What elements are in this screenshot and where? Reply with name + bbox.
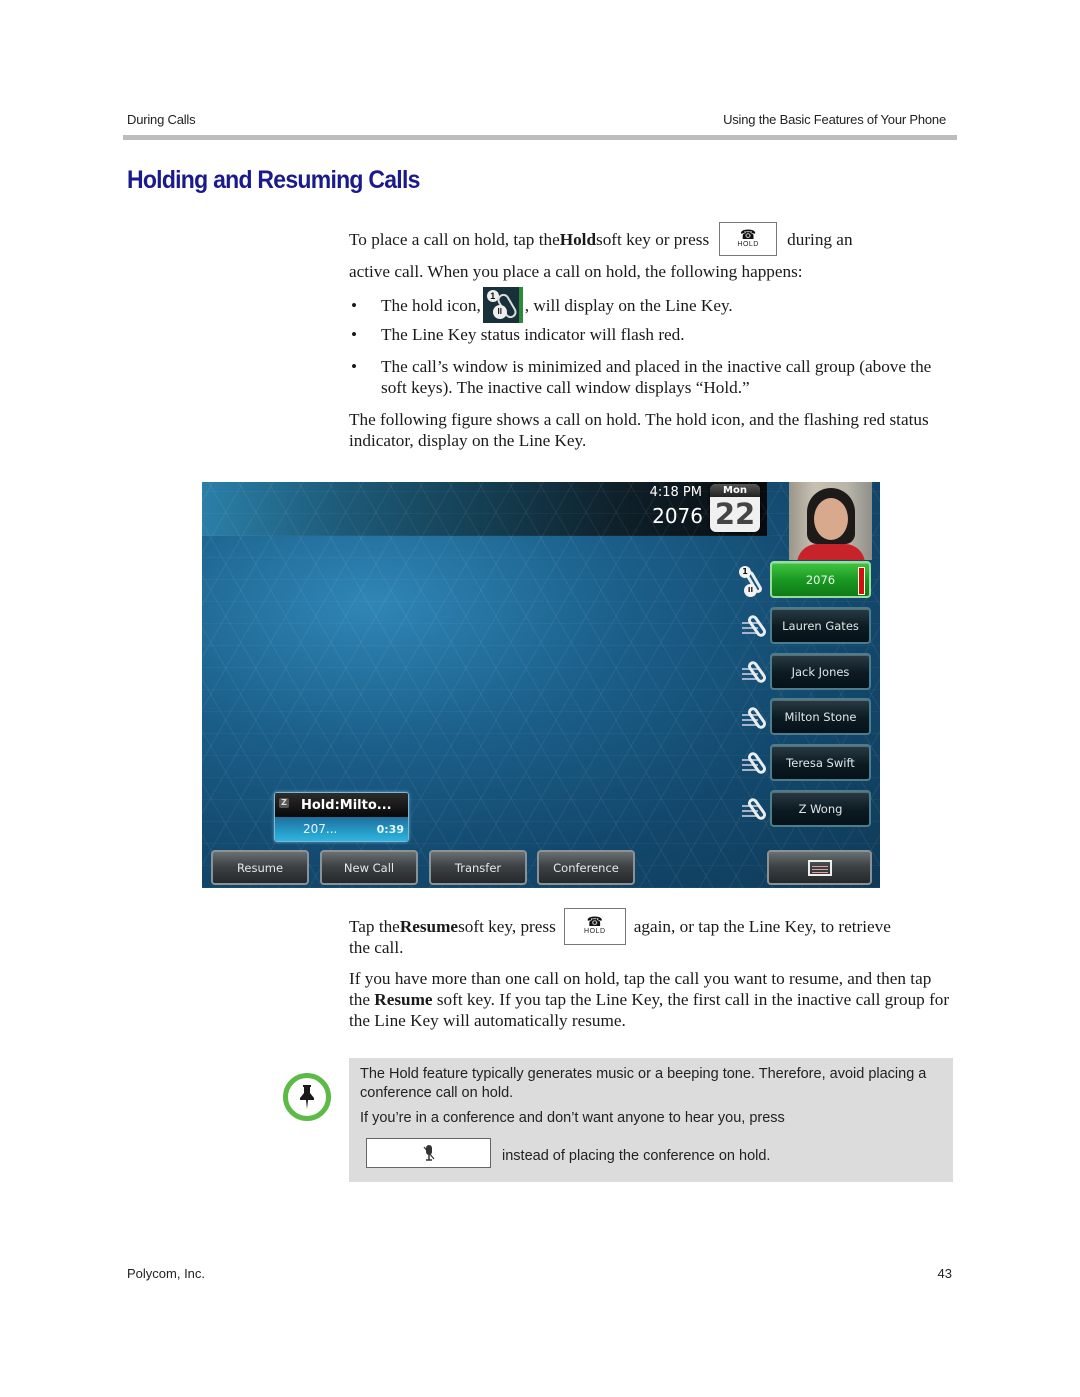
bullet-marker: • bbox=[351, 295, 358, 315]
pushpin-icon bbox=[300, 1085, 314, 1109]
handset-icon bbox=[746, 659, 768, 685]
hold-status-icon: 1 II bbox=[739, 566, 769, 598]
line-key-label: Z Wong bbox=[798, 801, 843, 816]
line-key-label: Milton Stone bbox=[784, 709, 857, 724]
multi-hold-text: soft key. If you tap the Line Key, the f… bbox=[349, 990, 950, 1030]
contact-line-icon bbox=[740, 658, 772, 688]
handset-icon bbox=[746, 796, 768, 822]
intro-bold-hold: Hold bbox=[559, 229, 596, 249]
line-key-hold-icon: 1 II bbox=[482, 287, 523, 323]
resume-paragraph: Tap the Resume soft key, press ☎ HOLD ag… bbox=[349, 907, 954, 958]
resume-bold: Resume bbox=[399, 916, 459, 936]
mute-key-button bbox=[366, 1138, 491, 1168]
resume-text: again, or tap the Line Key, to retrieve bbox=[633, 916, 891, 936]
intro-text: soft key or press bbox=[596, 229, 710, 249]
note-text-2: If you’re in a conference and don’t want… bbox=[360, 1110, 785, 1126]
line-key-jack-jones[interactable]: Jack Jones bbox=[770, 653, 871, 690]
inactive-call-timer: 0:39 bbox=[376, 822, 404, 836]
hold-key-button: ☎ HOLD bbox=[563, 907, 626, 945]
line-key-label: 2076 bbox=[805, 572, 836, 587]
pause-badge: II bbox=[744, 584, 757, 597]
line-key-label: Jack Jones bbox=[791, 664, 850, 679]
mute-status-icon: Z bbox=[279, 798, 289, 808]
page-title: Holding and Resuming Calls bbox=[127, 166, 420, 194]
header-rule bbox=[123, 135, 957, 140]
transfer-softkey[interactable]: Transfer bbox=[429, 850, 527, 885]
contact-line-icon bbox=[740, 612, 772, 642]
contact-line-icon bbox=[740, 704, 772, 734]
call-count-badge: 1 bbox=[739, 566, 751, 578]
running-header-section: During Calls bbox=[127, 112, 196, 127]
note-text-1: The Hold feature typically generates mus… bbox=[360, 1066, 927, 1101]
running-header-chapter: Using the Basic Features of Your Phone bbox=[723, 112, 946, 127]
status-indicator-red bbox=[858, 567, 865, 595]
phone-screen-figure: 4:18 PM 2076 Mon 22 1 II 2076 Lauren Gat… bbox=[202, 482, 880, 888]
calendar-day: Mon bbox=[710, 484, 760, 497]
hold-icon: ☎ bbox=[740, 227, 757, 242]
bullet-text: The hold icon, bbox=[381, 295, 481, 315]
figure-intro-paragraph: The following figure shows a call on hol… bbox=[349, 410, 929, 450]
line-key-teresa-swift[interactable]: Teresa Swift bbox=[770, 744, 871, 781]
bullet-hold-icon: • The hold icon, 1 II , will display on … bbox=[349, 287, 954, 323]
resume-text-line2: the call. bbox=[349, 938, 404, 957]
new-call-softkey[interactable]: New Call bbox=[320, 850, 418, 885]
page-number: 43 bbox=[937, 1266, 952, 1281]
conference-softkey[interactable]: Conference bbox=[537, 850, 635, 885]
contact-line-icon bbox=[740, 749, 772, 779]
intro-paragraph: To place a call on hold, tap the Hold so… bbox=[349, 220, 954, 282]
note-box: The Hold feature typically generates mus… bbox=[349, 1058, 953, 1182]
mute-microphone-icon bbox=[423, 1145, 434, 1161]
pause-badge: II bbox=[492, 305, 507, 319]
hold-icon: ☎ bbox=[586, 914, 603, 929]
menu-window-button[interactable] bbox=[767, 850, 872, 885]
bullet-status-indicator: The Line Key status indicator will flash… bbox=[349, 324, 954, 345]
line-key-z-wong[interactable]: Z Wong bbox=[770, 790, 871, 827]
inactive-call-number: 207... bbox=[303, 822, 338, 836]
bullet-list-window: The call’s window is minimized and place… bbox=[349, 356, 954, 398]
calendar-widget: Mon 22 bbox=[710, 484, 760, 532]
handset-icon bbox=[746, 750, 768, 776]
resume-text: Tap the bbox=[349, 916, 400, 936]
extension-number: 2076 bbox=[652, 504, 703, 528]
hold-key-label: HOLD bbox=[584, 928, 606, 935]
note-badge bbox=[283, 1073, 331, 1121]
inactive-call-title: Hold:Milto... bbox=[301, 797, 392, 813]
intro-text: To place a call on hold, tap the bbox=[349, 229, 560, 249]
line-key-label: Teresa Swift bbox=[786, 755, 855, 770]
line-key-label: Lauren Gates bbox=[782, 618, 859, 633]
calendar-date: 22 bbox=[714, 497, 756, 531]
hold-key-button: ☎ HOLD bbox=[719, 222, 778, 256]
handset-icon bbox=[746, 705, 768, 731]
bullet-call-window: The call’s window is minimized and place… bbox=[349, 356, 954, 398]
hold-key-label: HOLD bbox=[737, 241, 759, 248]
inactive-call-window[interactable]: Z Hold:Milto... 207... 0:39 bbox=[274, 792, 409, 842]
photo-face bbox=[814, 498, 848, 540]
multi-hold-bold: Resume bbox=[374, 990, 433, 1009]
intro-text: during an bbox=[787, 229, 853, 249]
contact-photo bbox=[789, 482, 872, 560]
handset-icon bbox=[746, 613, 768, 639]
contact-line-icon bbox=[740, 795, 772, 825]
intro-text-line2: active call. When you place a call on ho… bbox=[349, 262, 803, 281]
footer-company: Polycom, Inc. bbox=[127, 1266, 206, 1281]
clock: 4:18 PM bbox=[649, 485, 702, 500]
line-key-milton-stone[interactable]: Milton Stone bbox=[770, 698, 871, 735]
photo-body bbox=[797, 544, 865, 560]
resume-softkey[interactable]: Resume bbox=[211, 850, 309, 885]
line-key-2076[interactable]: 2076 bbox=[770, 561, 871, 598]
bullet-list-status: The Line Key status indicator will flash… bbox=[349, 324, 954, 345]
menu-window-icon bbox=[807, 859, 832, 876]
note-text-3: instead of placing the conference on hol… bbox=[502, 1148, 771, 1164]
multi-hold-paragraph: If you have more than one call on hold, … bbox=[349, 968, 954, 1031]
resume-text: soft key, press bbox=[458, 916, 556, 936]
line-key-lauren-gates[interactable]: Lauren Gates bbox=[770, 607, 871, 644]
bullet-text: , will display on the Line Key. bbox=[524, 295, 733, 315]
